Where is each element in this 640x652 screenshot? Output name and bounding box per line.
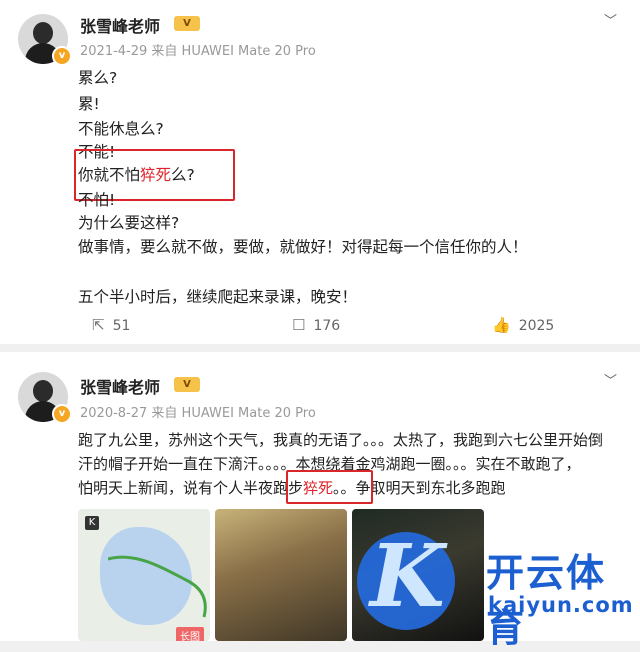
post-text-line: 做事情，要么就不做，要做，就做好！对得起每一个信任你的人！ bbox=[78, 238, 528, 256]
selfie-image[interactable] bbox=[215, 509, 347, 641]
vip-badge: V bbox=[174, 377, 200, 392]
post-meta: 2021-4-29 来自 HUAWEI Mate 20 Pro bbox=[80, 40, 316, 59]
post-text-line: 为什么要这样? bbox=[78, 214, 180, 232]
verified-badge: v bbox=[52, 404, 72, 424]
username[interactable]: 张雪峰老师 bbox=[80, 374, 160, 398]
post-meta: 2020-8-27 来自 HUAWEI Mate 20 Pro bbox=[80, 402, 316, 421]
post-text-line: 累! bbox=[78, 95, 100, 113]
k-logo-icon: K bbox=[85, 516, 99, 530]
post-text-line: 不能休息么? bbox=[78, 120, 164, 138]
like-button[interactable]: 👍 2025 bbox=[492, 316, 554, 334]
comment-icon: ☐ bbox=[292, 316, 306, 334]
repost-button[interactable]: ⇱ 51 bbox=[92, 316, 130, 334]
vip-badge: V bbox=[174, 16, 200, 31]
post-text-line: 跑了九公里，苏州这个天气，我真的无语了。。。太热了，我跑到六七公里开始倒 bbox=[78, 431, 604, 449]
repost-icon: ⇱ bbox=[92, 316, 105, 334]
post-date: 2021-4-29 bbox=[80, 44, 148, 59]
username[interactable]: 张雪峰老师 bbox=[80, 13, 160, 37]
route-line bbox=[108, 555, 207, 618]
watermark-k-icon: K bbox=[370, 526, 445, 627]
post-text-line: 五个半小时后，继续爬起来录课，晚安！ bbox=[78, 288, 358, 306]
verified-badge: v bbox=[52, 46, 72, 66]
like-icon: 👍 bbox=[492, 316, 511, 334]
map-image[interactable]: K 长图 bbox=[78, 509, 210, 641]
chevron-down-icon[interactable]: ﹀ bbox=[604, 370, 617, 389]
chevron-down-icon[interactable]: ﹀ bbox=[604, 10, 617, 29]
long-image-tag: 长图 bbox=[176, 627, 204, 641]
comment-button[interactable]: ☐ 176 bbox=[292, 316, 340, 334]
post-text-line: 不怕! bbox=[78, 191, 116, 209]
post-source: 来自 HUAWEI Mate 20 Pro bbox=[151, 406, 316, 421]
highlight-box bbox=[286, 470, 373, 504]
post-text-line: 累么? bbox=[78, 69, 118, 87]
post-source: 来自 HUAWEI Mate 20 Pro bbox=[151, 44, 316, 59]
post-date: 2020-8-27 bbox=[80, 406, 148, 421]
watermark-url: kaiyun.com bbox=[488, 593, 634, 617]
